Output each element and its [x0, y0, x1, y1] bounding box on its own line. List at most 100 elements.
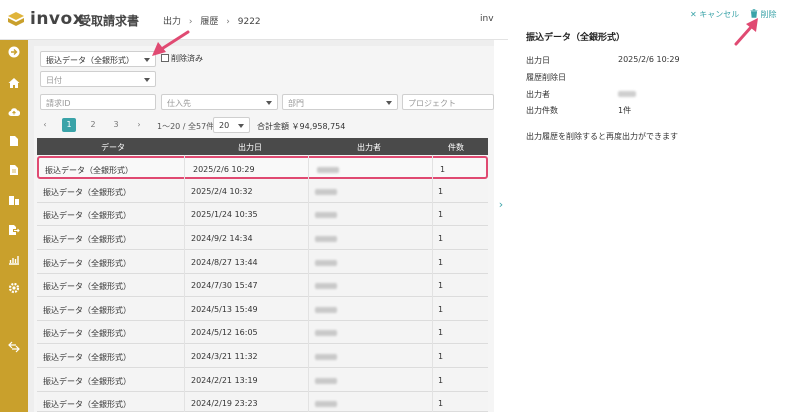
count-value: 1件 [618, 106, 632, 115]
caret-down-icon [144, 78, 150, 82]
cell-count: 1 [438, 352, 444, 361]
department-select[interactable]: 部門 [282, 94, 398, 110]
chevron-right-icon: › [226, 17, 230, 27]
cell-user-redacted [315, 283, 337, 289]
format-select[interactable]: 振込データ（全銀形式） [40, 51, 156, 67]
annotation-arrow-icon [152, 30, 190, 56]
cell-data: 振込データ（全銀形式） [43, 211, 131, 220]
cell-count: 1 [440, 165, 446, 174]
drawer-collapse-chevron-icon[interactable]: › [494, 180, 508, 230]
detail-title: 振込データ（全銀形式） [526, 33, 626, 43]
cell-user-redacted [317, 167, 339, 173]
breadcrumb-item[interactable]: 出力 [163, 17, 181, 27]
column-header: 出力日 [238, 143, 262, 152]
table-row[interactable]: 振込データ（全銀形式） 2024/5/13 15:49 1 [37, 298, 488, 321]
cell-count: 1 [438, 187, 444, 196]
page-button[interactable]: 2 [86, 118, 100, 132]
table-row[interactable]: 振込データ（全銀形式） 2025/1/24 10:35 1 [37, 203, 488, 226]
cell-count: 1 [438, 258, 444, 267]
supplier-placeholder: 仕入先 [167, 99, 191, 108]
document-list-icon[interactable] [8, 164, 20, 176]
cell-date: 2024/9/2 14:34 [191, 234, 253, 243]
cell-date: 2025/2/4 10:32 [191, 187, 253, 196]
top-bar: invox 受取請求書 出力 › 履歴 › 9222 inv [0, 0, 508, 40]
cell-user-redacted [315, 401, 337, 407]
cell-user-redacted [315, 212, 337, 218]
document-icon[interactable] [8, 135, 20, 147]
cell-data: 振込データ（全銀形式） [45, 166, 133, 175]
cell-user-redacted [315, 260, 337, 266]
caret-down-icon [386, 101, 392, 105]
count-label: 出力件数 [526, 106, 558, 115]
format-select-value: 振込データ（全銀形式） [46, 56, 134, 65]
table-row[interactable]: 振込データ（全銀形式） 2024/9/2 14:34 1 [37, 227, 488, 250]
prev-page-button[interactable]: ‹ [38, 118, 52, 132]
cell-data: 振込データ（全銀形式） [43, 188, 131, 197]
output-date-label: 出力日 [526, 56, 550, 65]
annotation-arrow-icon [734, 18, 758, 46]
cloud-upload-icon[interactable] [8, 106, 20, 118]
chevron-right-icon: › [188, 17, 193, 27]
output-by-redacted [618, 91, 636, 97]
cell-user-redacted [315, 354, 337, 360]
cell-count: 1 [438, 399, 444, 408]
caret-down-icon [238, 124, 244, 128]
delete-note: 出力履歴を削除すると再度出力ができます [526, 132, 678, 141]
column-divider [184, 155, 185, 412]
cell-data: 振込データ（全銀形式） [43, 329, 131, 338]
logo-icon [8, 12, 24, 26]
table-row[interactable]: 振込データ（全銀形式） 2024/3/21 11:32 1 [37, 345, 488, 368]
column-divider [308, 155, 309, 412]
page-button[interactable]: 3 [109, 118, 123, 132]
next-page-button[interactable]: › [132, 118, 146, 132]
cell-data: 振込データ（全銀形式） [43, 282, 131, 291]
invoice-id-input[interactable]: 請求ID [40, 94, 156, 110]
output-date-value: 2025/2/6 10:29 [618, 55, 680, 64]
cell-user-redacted [315, 378, 337, 384]
delete-button-label: 削除 [760, 10, 777, 19]
invoice-id-placeholder: 請求ID [46, 99, 71, 108]
project-select[interactable]: プロジェクト [402, 94, 494, 110]
cell-date: 2024/8/27 13:44 [191, 258, 258, 267]
table-row[interactable]: 振込データ（全銀形式） 2025/2/6 10:29 1 [37, 156, 488, 179]
cell-data: 振込データ（全銀形式） [43, 353, 131, 362]
table-row[interactable]: 振込データ（全銀形式） 2024/8/27 13:44 1 [37, 251, 488, 274]
output-by-label: 出力者 [526, 90, 550, 99]
product-name: 受取請求書 [79, 14, 140, 28]
supplier-select[interactable]: 仕入先 [161, 94, 278, 110]
gear-icon[interactable] [8, 282, 20, 294]
cell-data: 振込データ（全銀形式） [43, 306, 131, 315]
result-range: 1〜20 / 全57件 [157, 122, 215, 131]
table-row[interactable]: 振込データ（全銀形式） 2024/2/21 13:19 1 [37, 369, 488, 392]
cell-date: 2024/2/21 13:19 [191, 376, 258, 385]
table-row[interactable]: 振込データ（全銀形式） 2024/5/12 16:05 1 [37, 321, 488, 344]
cell-date: 2024/3/21 11:32 [191, 352, 258, 361]
date-select[interactable]: 日付 [40, 71, 156, 87]
project-placeholder: プロジェクト [408, 99, 456, 108]
table-row[interactable]: 振込データ（全銀形式） 2024/2/19 23:23 1 [37, 392, 488, 412]
cell-count: 1 [438, 210, 444, 219]
cell-user-redacted [315, 236, 337, 242]
cell-count: 1 [438, 234, 444, 243]
department-placeholder: 部門 [288, 99, 304, 108]
export-icon[interactable] [8, 224, 20, 236]
building-icon[interactable] [8, 194, 20, 206]
per-page-select[interactable]: 20 [213, 117, 250, 133]
cell-data: 振込データ（全銀形式） [43, 400, 131, 409]
cell-data: 振込データ（全銀形式） [43, 259, 131, 268]
per-page-value: 20 [219, 121, 230, 130]
home-icon[interactable] [8, 77, 20, 89]
collapse-sidebar-icon[interactable] [8, 341, 20, 353]
logo-text[interactable]: invox [30, 9, 84, 29]
user-menu[interactable]: inv [480, 14, 494, 24]
table-row[interactable]: 振込データ（全銀形式） 2025/2/4 10:32 1 [37, 180, 488, 203]
arrow-right-circle-icon[interactable] [8, 46, 20, 58]
chart-icon[interactable] [8, 253, 20, 265]
cell-date: 2024/2/19 23:23 [191, 399, 258, 408]
table-row[interactable]: 振込データ（全銀形式） 2024/7/30 15:47 1 [37, 274, 488, 297]
cell-date: 2024/5/12 16:05 [191, 328, 258, 337]
column-divider [432, 155, 433, 412]
page-button-active[interactable]: 1 [62, 118, 76, 132]
breadcrumb-item[interactable]: 履歴 [200, 17, 218, 27]
breadcrumb-item: 9222 [237, 17, 261, 27]
